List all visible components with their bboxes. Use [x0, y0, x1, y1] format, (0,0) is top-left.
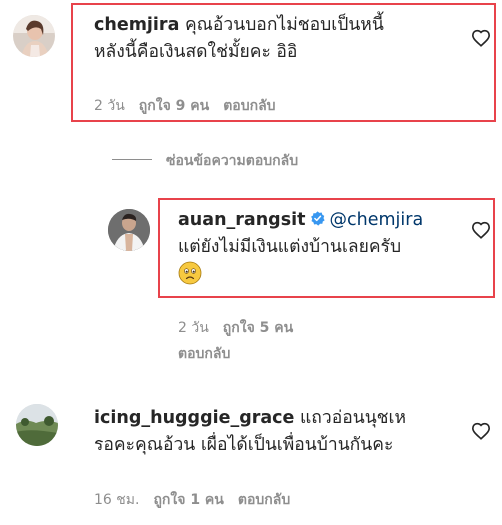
avatar-icing-hugggie-grace[interactable] — [16, 404, 58, 446]
comment-time[interactable]: 16 ชม. — [94, 492, 139, 508]
divider-line — [112, 159, 152, 160]
username-icing-hugggie-grace[interactable]: icing_hugggie_grace — [94, 408, 294, 428]
comment-icing-hugggie-grace: icing_hugggie_grace แถวอ่อนนุชเห รอคะคุณ… — [94, 405, 474, 459]
reply-button[interactable]: ตอบกลับ — [178, 346, 230, 362]
comment-text-line1: แถวอ่อนนุชเห — [300, 408, 407, 428]
reply-button[interactable]: ตอบกลับ — [238, 492, 290, 508]
reply-time[interactable]: 2 วัน — [178, 320, 209, 336]
avatar-auan-rangsit[interactable] — [108, 209, 150, 251]
reply-likes-count[interactable]: ถูกใจ 5 คน — [223, 320, 293, 336]
avatar-chemjira[interactable] — [13, 15, 55, 57]
heart-icon[interactable] — [471, 422, 491, 440]
comment-meta-icing: 16 ชม. ถูกใจ 1 คน ตอบกลับ — [94, 489, 304, 511]
reply-meta: 2 วัน ถูกใจ 5 คน — [178, 317, 307, 339]
reply-meta-line2: ตอบกลับ — [178, 343, 244, 365]
highlight-box-comment — [71, 3, 496, 122]
comment-text-line2: รอคะคุณอ้วน เผื่อได้เป็นเพื่อนบ้านกันคะ — [94, 435, 394, 455]
highlight-box-reply — [158, 198, 495, 298]
likes-count[interactable]: ถูกใจ 1 คน — [153, 492, 223, 508]
hide-replies-label: ซ่อนข้อความตอบกลับ — [166, 153, 299, 169]
